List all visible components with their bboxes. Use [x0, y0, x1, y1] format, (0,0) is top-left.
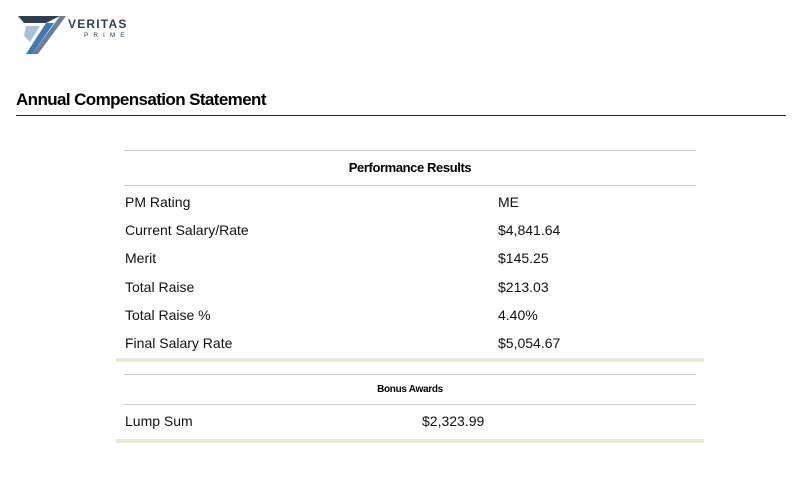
- bonus-awards-section: Bonus Awards Lump Sum $2,323.99: [116, 374, 704, 444]
- table-row: Final Salary Rate $5,054.67: [116, 328, 704, 356]
- row-label: Lump Sum: [125, 413, 193, 429]
- performance-results-heading: Performance Results: [124, 150, 696, 186]
- row-label: Merit: [125, 250, 157, 267]
- row-label: Final Salary Rate: [125, 334, 233, 351]
- table-row: PM Rating ME: [116, 187, 704, 215]
- row-label: Total Raise %: [125, 306, 211, 323]
- row-label: PM Rating: [125, 194, 191, 210]
- row-label: Current Salary/Rate: [125, 222, 249, 239]
- logo-wordmark: VERITAS: [68, 17, 128, 31]
- row-value: $5,054.67: [498, 334, 561, 351]
- table-row: Merit $145.25: [116, 243, 704, 271]
- bonus-awards-heading: Bonus Awards: [124, 374, 696, 405]
- table-row: Current Salary/Rate $4,841.64: [116, 215, 704, 243]
- section-footer-band: [116, 358, 704, 363]
- row-value: ME: [498, 194, 519, 210]
- logo-mark-icon: [18, 16, 66, 54]
- row-label: Total Raise: [125, 278, 195, 295]
- title-divider: [16, 115, 786, 116]
- table-row: Total Raise % 4.40%: [116, 300, 704, 328]
- page-title: Annual Compensation Statement: [16, 90, 267, 109]
- table-row: Total Raise $213.03: [116, 272, 704, 300]
- logo-subwordmark: PRIME: [84, 32, 130, 39]
- section-footer-band: [116, 439, 704, 444]
- table-row: Lump Sum $2,323.99: [116, 406, 704, 434]
- row-value: $2,323.99: [422, 413, 485, 429]
- row-value: $145.25: [498, 250, 549, 267]
- bonus-rows: Lump Sum $2,323.99: [116, 405, 704, 434]
- performance-rows: PM Rating ME Current Salary/Rate $4,841.…: [116, 186, 704, 356]
- row-value: $4,841.64: [498, 222, 561, 239]
- performance-results-section: Performance Results PM Rating ME Current…: [116, 150, 704, 363]
- veritas-prime-logo: VERITAS PRIME: [16, 12, 136, 56]
- row-value: $213.03: [498, 278, 549, 295]
- row-value: 4.40%: [498, 306, 538, 323]
